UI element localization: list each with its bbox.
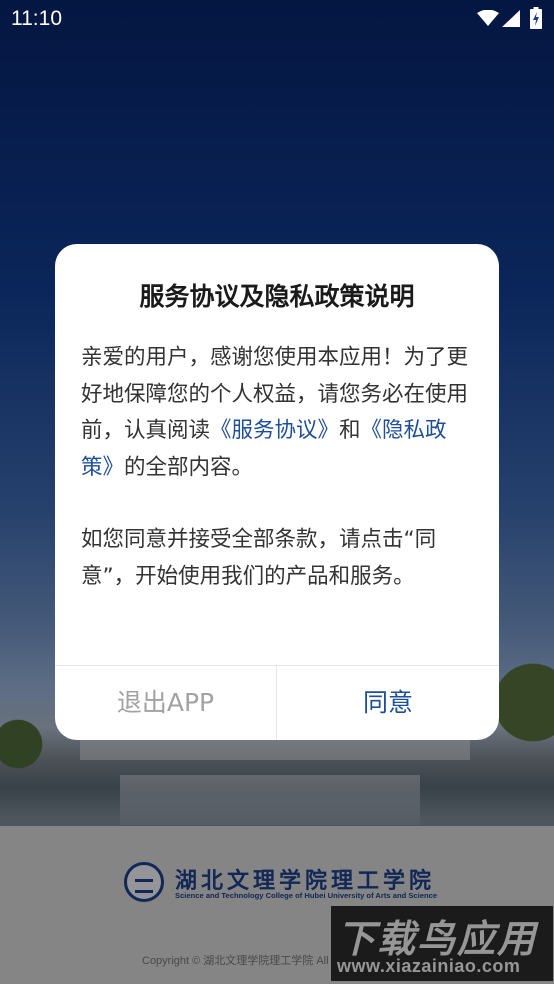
service-agreement-link[interactable]: 《服务协议》 bbox=[210, 418, 339, 443]
battery-charging-icon bbox=[530, 7, 542, 29]
exit-app-button[interactable]: 退出APP bbox=[55, 666, 276, 740]
dialog-body: 亲爱的用户，感谢您使用本应用！为了更好地保障您的个人权益，请您务必在使用前，认真… bbox=[81, 340, 473, 595]
dialog-paragraph-1: 亲爱的用户，感谢您使用本应用！为了更好地保障您的个人权益，请您务必在使用前，认真… bbox=[81, 340, 473, 486]
status-time: 11:10 bbox=[11, 7, 62, 30]
dialog-paragraph-2: 如您同意并接受全部条款，请点击“同意”，开始使用我们的产品和服务。 bbox=[81, 527, 437, 589]
status-bar: 11:10 bbox=[0, 0, 554, 38]
para1-and: 和 bbox=[339, 418, 361, 443]
para1-tail: 的全部内容。 bbox=[124, 454, 254, 480]
wifi-icon bbox=[477, 10, 499, 26]
dialog-title: 服务协议及隐私政策说明 bbox=[139, 282, 415, 311]
agree-button[interactable]: 同意 bbox=[277, 666, 499, 740]
privacy-dialog: 服务协议及隐私政策说明 亲爱的用户，感谢您使用本应用！为了更好地保障您的个人权益… bbox=[55, 244, 499, 740]
signal-icon bbox=[502, 10, 520, 27]
